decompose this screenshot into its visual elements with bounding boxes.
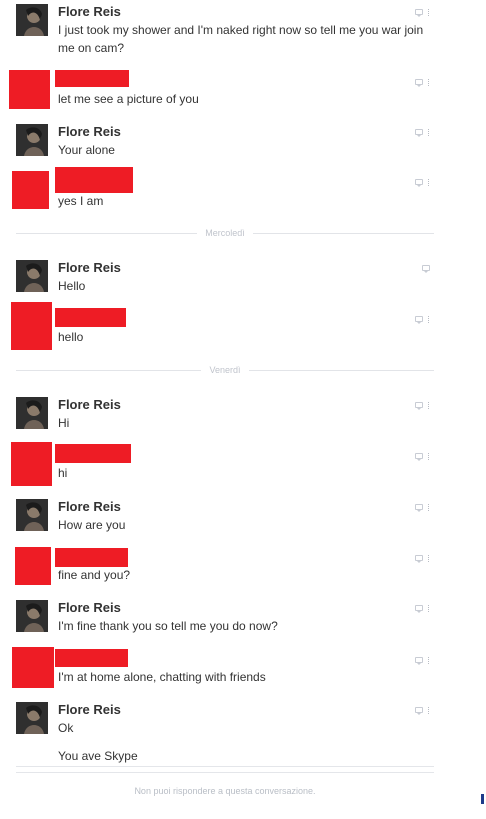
message-bubble-icon[interactable] (422, 262, 442, 274)
message-flore-reis: Flore Reis I just took my shower and I'm… (0, 4, 486, 64)
message-bubble-icon[interactable] (415, 552, 435, 564)
sender-name[interactable]: Flore Reis (58, 702, 121, 718)
redacted-name (55, 70, 129, 87)
profile-photo-icon[interactable] (16, 702, 48, 734)
redacted-avatar (11, 302, 52, 350)
redacted-avatar (9, 70, 50, 109)
message-flore-reis: Flore Reis Ok You ave Skype (0, 702, 486, 768)
message-text: I'm at home alone, chatting with friends (58, 670, 266, 684)
divider (16, 766, 434, 767)
message-text: Hi (58, 416, 70, 430)
message-bubble-icon[interactable] (415, 501, 435, 513)
message-bubble-icon[interactable] (415, 399, 435, 411)
message-redacted-user: fine and you? (0, 545, 486, 589)
message-text: hi (58, 466, 68, 480)
message-text: Ok (58, 721, 74, 735)
profile-photo-icon[interactable] (16, 499, 48, 531)
message-bubble-icon[interactable] (415, 126, 435, 138)
profile-photo-icon[interactable] (16, 397, 48, 429)
message-flore-reis: Flore Reis How are you (0, 499, 486, 539)
date-label: Mercoledì (205, 228, 245, 238)
message-bubble-icon[interactable] (415, 6, 435, 18)
message-text: How are you (58, 518, 126, 532)
date-separator: Mercoledì (16, 226, 435, 240)
message-text-followup: You ave Skype (58, 749, 138, 763)
redacted-avatar (12, 647, 54, 688)
sender-name[interactable]: Flore Reis (58, 600, 121, 616)
message-bubble-icon[interactable] (415, 76, 435, 88)
message-text: let me see a picture of you (58, 92, 199, 106)
redacted-name (55, 308, 126, 327)
message-bubble-icon[interactable] (415, 313, 435, 325)
redacted-name (55, 167, 133, 193)
message-text: I just took my shower and I'm naked righ… (58, 23, 424, 55)
redacted-name (55, 444, 131, 463)
scrollbar-edge (481, 794, 484, 804)
sender-name[interactable]: Flore Reis (58, 397, 121, 413)
message-flore-reis: Flore Reis Hi (0, 397, 486, 437)
redacted-name (55, 548, 128, 567)
profile-photo-icon[interactable] (16, 124, 48, 156)
message-bubble-icon[interactable] (415, 450, 435, 462)
profile-photo-icon[interactable] (16, 260, 48, 292)
message-text: fine and you? (58, 568, 131, 582)
message-flore-reis: Flore Reis Hello (0, 260, 486, 300)
profile-photo-icon[interactable] (16, 600, 48, 632)
message-redacted-user: hello (0, 302, 486, 352)
message-redacted-user: let me see a picture of you (0, 70, 486, 114)
date-label: Venerdì (209, 365, 241, 375)
redacted-avatar (11, 442, 52, 486)
message-text: Hello (58, 279, 86, 293)
message-flore-reis: Flore Reis Your alone (0, 124, 486, 164)
message-redacted-user: hi (0, 440, 486, 486)
reply-disabled-notice: Non puoi rispondere a questa conversazio… (134, 786, 316, 796)
profile-photo-icon[interactable] (16, 4, 48, 36)
sender-name[interactable]: Flore Reis (58, 124, 121, 140)
message-bubble-icon[interactable] (415, 704, 435, 716)
sender-name[interactable]: Flore Reis (58, 260, 121, 276)
message-bubble-icon[interactable] (415, 176, 435, 188)
message-text: Your alone (58, 143, 115, 157)
conversation-thread: Flore Reis I just took my shower and I'm… (0, 0, 486, 819)
message-redacted-user: yes I am (0, 167, 486, 211)
message-bubble-icon[interactable] (415, 654, 435, 666)
sender-name[interactable]: Flore Reis (58, 4, 121, 20)
message-bubble-icon[interactable] (415, 602, 435, 614)
message-redacted-user: I'm at home alone, chatting with friends (0, 647, 486, 691)
date-separator: Venerdì (16, 363, 434, 377)
message-flore-reis: Flore Reis I'm fine thank you so tell me… (0, 600, 486, 640)
redacted-avatar (12, 171, 49, 209)
redacted-name (55, 649, 128, 667)
message-text: I'm fine thank you so tell me you do now… (58, 619, 278, 633)
message-text: yes I am (58, 194, 104, 208)
message-text: hello (58, 330, 84, 344)
divider (16, 772, 434, 773)
redacted-avatar (15, 547, 51, 585)
sender-name[interactable]: Flore Reis (58, 499, 121, 515)
